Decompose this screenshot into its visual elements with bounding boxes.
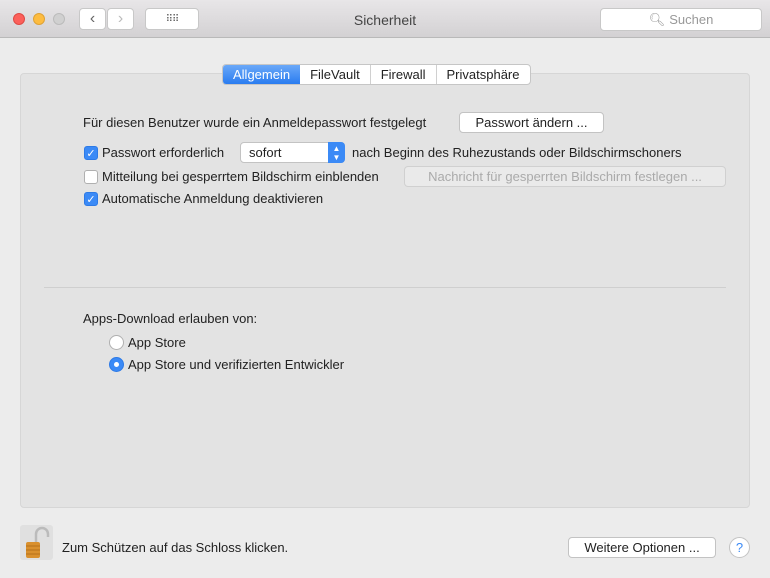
tab-allgemein[interactable]: Allgemein — [223, 65, 301, 84]
delay-select[interactable]: sofort ▲ ▼ — [240, 142, 345, 163]
radio-app-store-label: App Store — [128, 335, 186, 350]
search-input[interactable]: 🔍︎ Suchen — [600, 8, 762, 31]
change-password-button[interactable]: Passwort ändern ... — [459, 112, 604, 133]
password-info-text: Für diesen Benutzer wurde ein Anmeldepas… — [83, 115, 427, 130]
help-button[interactable]: ? — [729, 537, 750, 558]
require-password-suffix: nach Beginn des Ruhezustands oder Bildsc… — [352, 145, 682, 160]
checkmark-icon: ✓ — [86, 147, 96, 160]
require-password-label: Passwort erforderlich — [102, 145, 225, 160]
radio-app-store-developers-label: App Store und verifizierten Entwickler — [128, 357, 345, 372]
lock-message-checkbox[interactable] — [84, 170, 98, 184]
title-bar: ‹ › ⠿⠿ Sicherheit 🔍︎ Suchen — [0, 0, 770, 38]
auto-login-checkbox[interactable]: ✓ — [84, 192, 98, 206]
set-lock-message-button[interactable]: Nachricht für gesperrten Bildschirm fest… — [404, 166, 726, 187]
lock-hint-text: Zum Schützen auf das Schloss klicken. — [62, 540, 289, 555]
search-placeholder: Suchen — [669, 12, 714, 27]
delay-select-value: sofort — [249, 145, 282, 160]
lock-message-label: Mitteilung bei gesperrtem Bildschirm ein… — [102, 169, 379, 184]
radio-app-store[interactable] — [109, 335, 124, 350]
content-panel — [20, 73, 750, 508]
divider — [44, 287, 726, 288]
checkmark-icon: ✓ — [86, 193, 96, 206]
downloads-heading: Apps-Download erlauben von: — [83, 311, 258, 326]
stepper-arrows-icon: ▲ ▼ — [328, 142, 345, 163]
advanced-options-button[interactable]: Weitere Optionen ... — [568, 537, 716, 558]
auto-login-label: Automatische Anmeldung deaktivieren — [102, 191, 324, 206]
search-icon: 🔍︎ — [648, 11, 666, 27]
tab-firewall[interactable]: Firewall — [369, 65, 436, 84]
tab-bar: Allgemein FileVault Firewall Privatsphär… — [222, 64, 531, 85]
tab-filevault[interactable]: FileVault — [300, 65, 370, 84]
radio-app-store-developers[interactable] — [109, 357, 124, 372]
require-password-checkbox[interactable]: ✓ — [84, 146, 98, 160]
unlocked-padlock-icon — [26, 526, 50, 558]
tab-privacy[interactable]: Privatsphäre — [435, 65, 530, 84]
lock-button[interactable] — [20, 525, 53, 560]
